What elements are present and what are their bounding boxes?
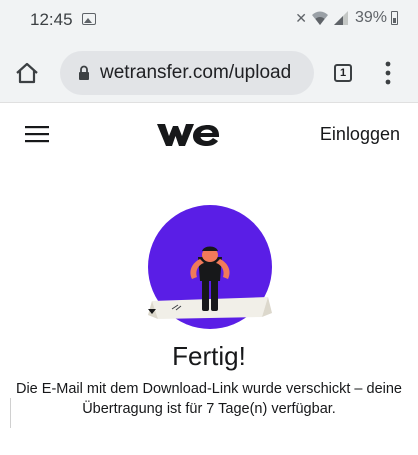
success-illustration	[148, 205, 272, 329]
login-link[interactable]: Einloggen	[320, 124, 400, 145]
left-edge-divider	[10, 398, 11, 428]
site-header: Einloggen	[0, 104, 418, 166]
url-text[interactable]: wetransfer.com/upload	[100, 62, 291, 84]
status-bar: 12:45 ✕ 39%	[0, 0, 418, 46]
browser-toolbar: wetransfer.com/upload 1	[0, 46, 418, 103]
home-icon[interactable]	[14, 60, 40, 86]
wetransfer-logo[interactable]	[156, 120, 220, 148]
status-time: 12:45	[30, 10, 73, 29]
confirmation-message: Die E-Mail mit dem Download-Link wurde v…	[15, 381, 402, 417]
gallery-notification-icon	[82, 13, 96, 25]
tab-switcher-button[interactable]: 1	[334, 64, 352, 82]
battery-percentage: 39%	[354, 9, 387, 26]
status-icons: ✕ 39%	[295, 9, 398, 27]
more-options-icon[interactable]	[385, 60, 391, 86]
hamburger-menu-icon[interactable]	[25, 124, 49, 144]
lock-icon	[79, 65, 89, 80]
signal-icon	[333, 11, 348, 25]
done-heading: Fertig!	[172, 341, 246, 371]
mute-icon: ✕	[295, 9, 307, 26]
wifi-icon	[311, 11, 328, 25]
address-bar[interactable]: wetransfer.com/upload	[60, 51, 314, 95]
battery-icon	[391, 11, 398, 25]
